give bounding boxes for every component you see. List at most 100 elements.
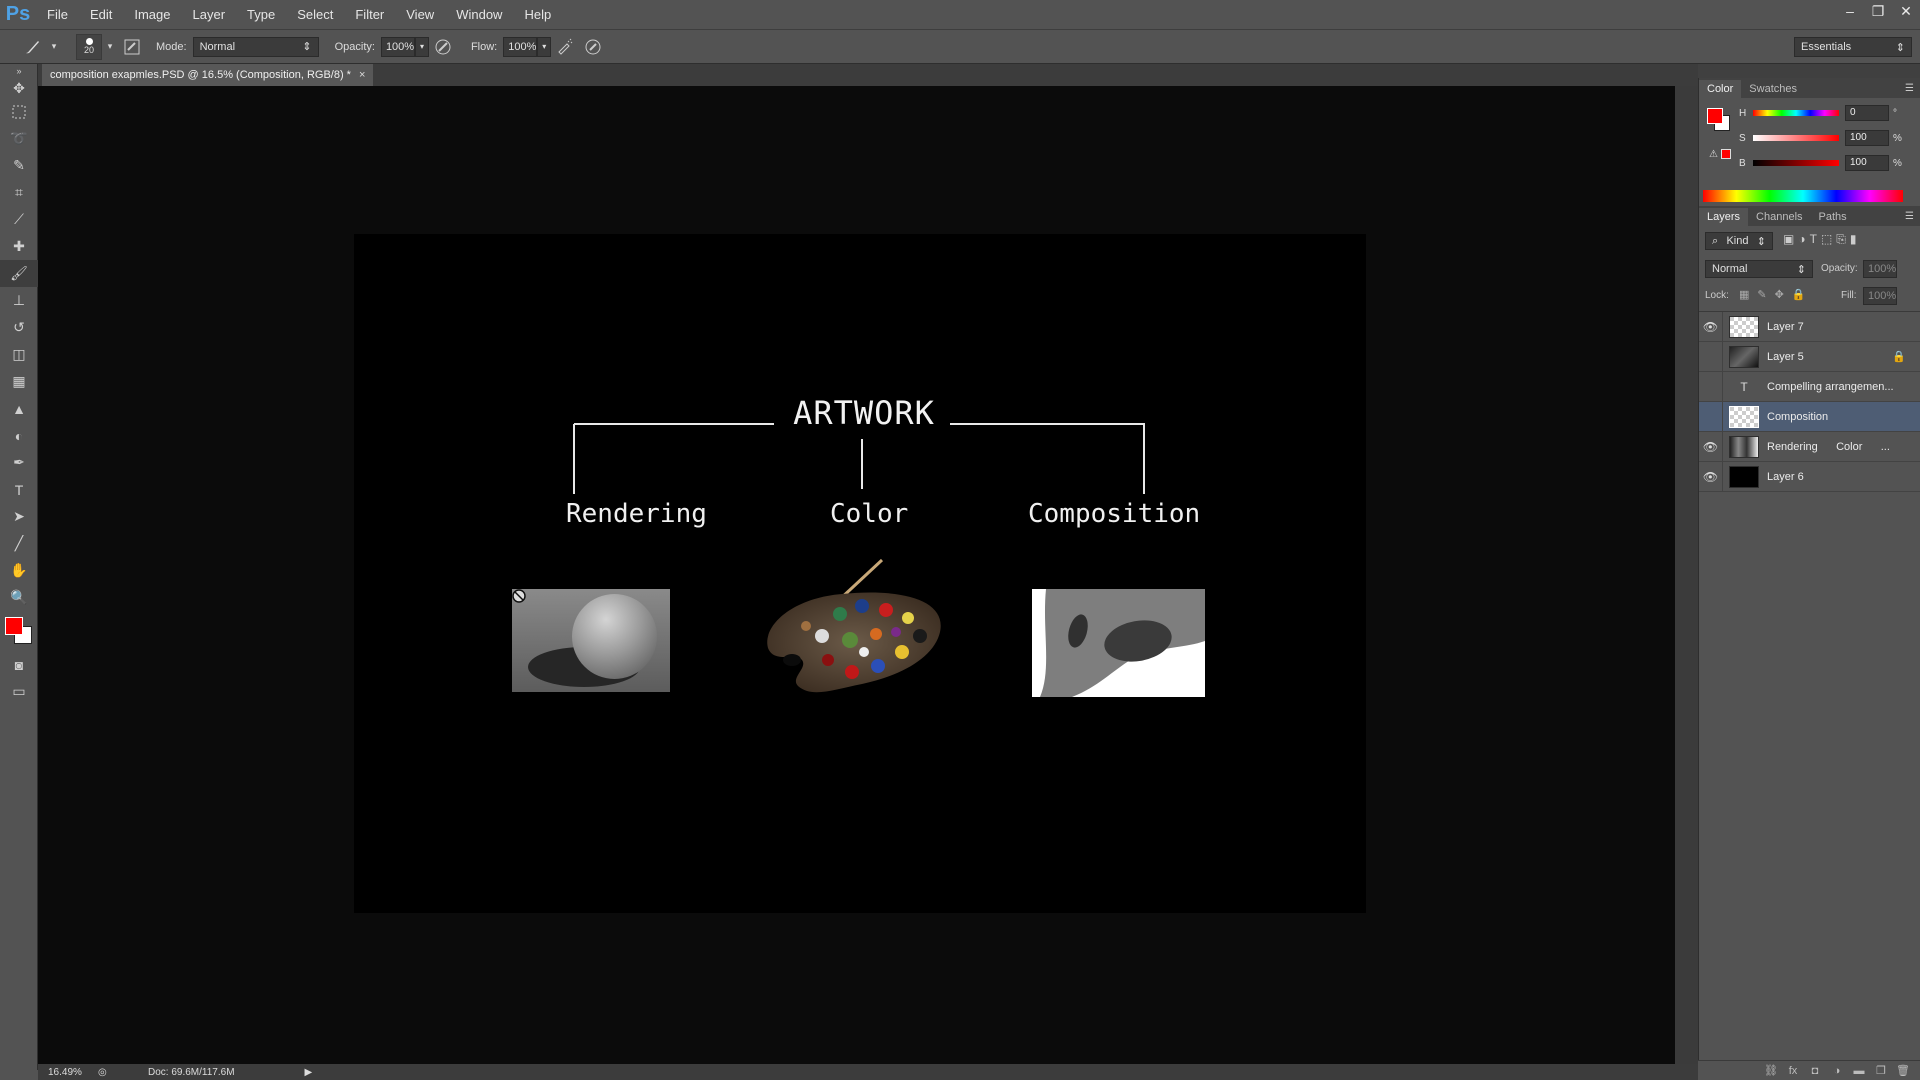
history-brush-tool-icon[interactable]: ↺ xyxy=(0,314,38,341)
right-panel-collapse-bar[interactable] xyxy=(1698,64,1920,78)
path-selection-tool-icon[interactable]: ➤ xyxy=(0,503,38,530)
pen-tool-icon[interactable]: ✒ xyxy=(0,449,38,476)
crop-tool-icon[interactable]: ⌗ xyxy=(0,179,38,206)
brush-tool-icon[interactable] xyxy=(21,36,43,58)
menu-view[interactable]: View xyxy=(395,0,445,29)
layer-name[interactable]: Layer 6 xyxy=(1767,471,1804,483)
lock-transparency-icon[interactable]: ▦ xyxy=(1739,288,1749,301)
menu-filter[interactable]: Filter xyxy=(344,0,395,29)
filter-adjustment-icon[interactable]: ◑ xyxy=(1798,232,1805,247)
layer-name[interactable]: Composition xyxy=(1767,411,1828,423)
foreground-color-swatch[interactable] xyxy=(5,617,23,635)
layer-opacity-input[interactable]: 100% xyxy=(1863,260,1897,278)
layer-filter-select[interactable]: ⌕ Kind ⇕ xyxy=(1705,232,1773,250)
saturation-value[interactable]: 100 xyxy=(1845,130,1889,146)
eyedropper-tool-icon[interactable]: ⟋ xyxy=(0,206,38,233)
pressure-opacity-icon[interactable] xyxy=(432,36,454,58)
close-tab-icon[interactable]: × xyxy=(359,69,365,81)
mode-select[interactable]: Normal ⇕ xyxy=(192,36,319,57)
healing-brush-tool-icon[interactable]: ✚ xyxy=(0,233,38,260)
fill-input[interactable]: 100% xyxy=(1863,287,1897,305)
menu-layer[interactable]: Layer xyxy=(182,0,237,29)
filter-type-icon[interactable]: T xyxy=(1810,232,1817,247)
menu-image[interactable]: Image xyxy=(123,0,181,29)
dodge-tool-icon[interactable]: ◐ xyxy=(0,422,38,449)
zoom-tool-icon[interactable]: 🔍 xyxy=(0,584,38,611)
layer-row[interactable]: Layer 5 🔒 xyxy=(1699,341,1920,372)
line-tool-icon[interactable]: ╱ xyxy=(0,530,38,557)
brush-tool-icon[interactable]: 🖌 xyxy=(0,260,38,287)
filter-pixel-icon[interactable]: ▣ xyxy=(1783,232,1794,247)
layer-name[interactable]: Compelling arrangemen... xyxy=(1767,381,1894,393)
visibility-eye-icon[interactable]: 👁 xyxy=(1699,311,1723,342)
tab-paths[interactable]: Paths xyxy=(1811,208,1855,226)
menu-window[interactable]: Window xyxy=(445,0,513,29)
new-group-icon[interactable]: ▬ xyxy=(1848,1062,1870,1080)
gamut-color-swatch[interactable] xyxy=(1721,149,1731,159)
status-menu-arrow-icon[interactable]: ▶ xyxy=(305,1067,313,1078)
menu-type[interactable]: Type xyxy=(236,0,286,29)
clone-stamp-tool-icon[interactable]: ⊥ xyxy=(0,287,38,314)
workspace-select[interactable]: Essentials ⇕ xyxy=(1794,37,1912,57)
link-layers-icon[interactable]: ⛓ xyxy=(1760,1062,1782,1080)
layer-row[interactable]: Composition xyxy=(1699,401,1920,432)
panel-menu-icon[interactable]: ☰ xyxy=(1899,80,1920,98)
blur-tool-icon[interactable]: ▲ xyxy=(0,395,38,422)
layer-row[interactable]: 👁 Layer 6 xyxy=(1699,461,1920,492)
visibility-empty-icon[interactable] xyxy=(1699,401,1723,432)
layer-row[interactable]: 👁 Layer 7 xyxy=(1699,311,1920,342)
delete-layer-icon[interactable]: 🗑 xyxy=(1892,1062,1914,1080)
adjustment-layer-icon[interactable]: ◑ xyxy=(1826,1062,1848,1080)
layer-name[interactable]: Layer 7 xyxy=(1767,321,1804,333)
lock-pixels-icon[interactable]: ✎ xyxy=(1757,288,1766,301)
visibility-eye-icon[interactable]: 👁 xyxy=(1699,461,1723,492)
lock-position-icon[interactable]: ✥ xyxy=(1775,288,1784,301)
type-tool-icon[interactable]: T xyxy=(0,476,38,503)
visibility-empty-icon[interactable] xyxy=(1699,341,1723,372)
gamut-warning-icon[interactable]: ⚠ xyxy=(1709,149,1718,160)
saturation-slider[interactable] xyxy=(1753,135,1839,141)
chevron-down-icon[interactable]: ▾ xyxy=(49,36,59,58)
opacity-input[interactable]: 100% xyxy=(380,36,415,57)
panel-menu-icon[interactable]: ☰ xyxy=(1899,208,1920,226)
color-spectrum-bar[interactable] xyxy=(1703,190,1903,202)
layer-name[interactable]: Layer 5 xyxy=(1767,351,1804,363)
chevron-down-icon[interactable]: ▾ xyxy=(105,36,115,58)
menu-select[interactable]: Select xyxy=(286,0,344,29)
layer-style-icon[interactable]: fx xyxy=(1782,1062,1804,1080)
tab-layers[interactable]: Layers xyxy=(1699,208,1749,226)
opacity-dropdown[interactable]: ▾ xyxy=(414,36,429,57)
brightness-value[interactable]: 100 xyxy=(1845,155,1889,171)
filter-shape-icon[interactable]: ⬚ xyxy=(1821,232,1832,247)
panel-collapse-icon[interactable]: » xyxy=(0,64,38,78)
panel-foreground-swatch[interactable] xyxy=(1707,108,1723,124)
filter-smart-object-icon[interactable]: ⎘ xyxy=(1836,232,1846,247)
marquee-tool-icon[interactable] xyxy=(0,98,38,125)
menu-edit[interactable]: Edit xyxy=(79,0,123,29)
status-info-icon[interactable]: ◎ xyxy=(98,1067,118,1078)
tab-swatches[interactable]: Swatches xyxy=(1741,80,1805,98)
minimize-button[interactable]: – xyxy=(1836,0,1864,22)
quick-mask-icon[interactable]: ◙ xyxy=(0,651,38,678)
lasso-tool-icon[interactable]: ➰ xyxy=(0,125,38,152)
layer-row[interactable]: 👁 Rendering Color ... xyxy=(1699,431,1920,462)
zoom-level[interactable]: 16.49% xyxy=(48,1067,88,1078)
layer-name[interactable]: Rendering Color ... xyxy=(1767,441,1890,453)
restore-button[interactable]: ❐ xyxy=(1864,0,1892,22)
hand-tool-icon[interactable]: ✋ xyxy=(0,557,38,584)
screen-mode-icon[interactable]: ▭ xyxy=(0,678,38,705)
menu-help[interactable]: Help xyxy=(513,0,562,29)
blend-mode-select[interactable]: Normal ⇕ xyxy=(1705,260,1813,278)
flow-dropdown[interactable]: ▾ xyxy=(537,36,552,57)
add-mask-icon[interactable]: ◘ xyxy=(1804,1062,1826,1080)
quick-selection-tool-icon[interactable]: ✎ xyxy=(0,152,38,179)
brush-panel-toggle-icon[interactable] xyxy=(121,36,143,58)
brightness-slider[interactable] xyxy=(1753,160,1839,166)
pressure-size-icon[interactable] xyxy=(582,36,604,58)
close-button[interactable]: ✕ xyxy=(1892,0,1920,22)
brush-preset-picker[interactable]: 20 xyxy=(76,33,102,60)
layer-row[interactable]: T Compelling arrangemen... xyxy=(1699,371,1920,402)
airbrush-icon[interactable] xyxy=(554,36,576,58)
menu-file[interactable]: File xyxy=(36,0,79,29)
document-canvas[interactable]: ARTWORK Rendering Color Composition xyxy=(354,234,1366,913)
